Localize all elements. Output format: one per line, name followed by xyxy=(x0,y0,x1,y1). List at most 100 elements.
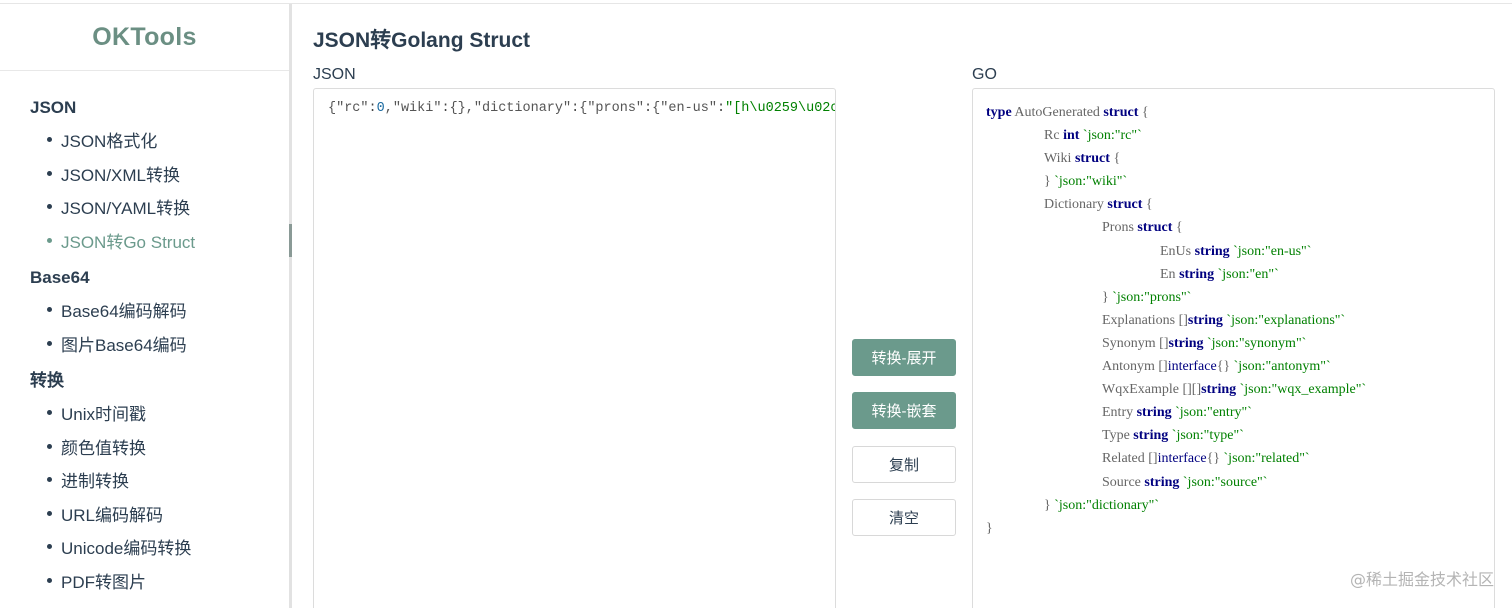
bullet-icon xyxy=(47,477,52,483)
sidebar-section-title: JSON xyxy=(30,98,77,117)
code-line: Synonym []string `json:"synonym"` xyxy=(986,332,1481,355)
code-token: `json:"related"` xyxy=(1223,451,1310,467)
convert-expand-button[interactable]: 转换-展开 xyxy=(852,339,956,376)
sidebar-item-label: URL编码解码 xyxy=(61,505,164,525)
sidebar-item[interactable]: JSON/YAML转换 xyxy=(0,190,289,224)
sidebar-section: JSON JSON格式化 JSON/XML转换 JSON/YAML转换 JSON转Go … xyxy=(0,93,292,257)
code-token: string xyxy=(1133,428,1169,444)
code-token: { xyxy=(1138,105,1149,120)
sidebar-item[interactable]: 颜色值转换 xyxy=(0,430,289,464)
bullet-icon xyxy=(47,137,52,143)
code-line: Explanations []string `json:"explanation… xyxy=(986,309,1481,332)
code-token: Entry xyxy=(1102,405,1137,421)
json-input-text: {"rc":0,"wiki":{},"dictionary":{"prons":… xyxy=(328,101,836,116)
code-token: `json:"type"` xyxy=(1171,428,1244,444)
code-line: Rc int `json:"rc"` xyxy=(986,124,1481,147)
code-token: EnUs xyxy=(1160,243,1195,259)
bullet-icon xyxy=(47,307,52,313)
code-token: { xyxy=(1142,197,1153,213)
code-token: string xyxy=(1144,474,1180,490)
bullet-icon xyxy=(47,410,52,416)
code-token: string xyxy=(1201,382,1237,398)
code-line: Dictionary struct { xyxy=(986,193,1481,216)
code-line: Wiki struct { xyxy=(986,147,1481,170)
code-token: `json:"en-us"` xyxy=(1233,243,1312,259)
bullet-icon xyxy=(47,170,52,176)
convert-nested-button[interactable]: 转换-嵌套 xyxy=(852,392,956,429)
code-token: } xyxy=(1102,289,1113,305)
code-token: Explanations [] xyxy=(1102,312,1188,328)
sidebar-item[interactable]: JSON/XML转换 xyxy=(0,157,289,191)
code-token: string xyxy=(1187,312,1223,328)
code-token: struct xyxy=(1107,197,1143,213)
sidebar-section: Base64 Base64编码解码 图片Base64编码 xyxy=(0,263,289,360)
code-token: } xyxy=(1044,174,1055,190)
code-token: int xyxy=(1063,128,1080,144)
code-token: `json:"wqx_example"` xyxy=(1239,382,1367,398)
code-token: `json:"rc"` xyxy=(1082,128,1142,144)
sidebar-item-label: Unicode编码转换 xyxy=(61,539,192,559)
sidebar-item[interactable]: JSON转Go Struct xyxy=(0,223,292,257)
sidebar-item[interactable]: JSON格式化 xyxy=(0,123,289,157)
code-token: Dictionary xyxy=(1044,197,1108,213)
code-line: } `json:"dictionary"` xyxy=(986,494,1481,517)
code-token: `json:"entry"` xyxy=(1175,405,1252,421)
code-token: struct xyxy=(1074,151,1110,167)
bullet-icon xyxy=(47,443,52,449)
main-content: JSON转Golang Struct JSON GO {"rc":0,"wiki… xyxy=(295,4,1512,608)
code-token: `json:"antonym"` xyxy=(1233,359,1331,375)
sidebar-section-title: 转换 xyxy=(30,371,64,390)
code-line: Antonym []interface{} `json:"antonym"` xyxy=(986,355,1481,378)
json-input[interactable]: {"rc":0,"wiki":{},"dictionary":{"prons":… xyxy=(313,88,836,608)
sidebar-item[interactable]: PDF转图片 xyxy=(0,564,289,598)
code-token: Related [] xyxy=(1102,451,1158,467)
sidebar-item[interactable]: Unicode编码转换 xyxy=(0,530,289,564)
sidebar-item[interactable]: 进制转换 xyxy=(0,463,289,497)
code-token: Rc xyxy=(1044,128,1064,144)
code-line: } `json:"wiki"` xyxy=(986,170,1481,193)
code-token: Antonym [] xyxy=(1102,359,1168,375)
bullet-icon xyxy=(47,204,52,210)
code-token: Source xyxy=(1102,474,1145,490)
sidebar-item-label: 图片Base64编码 xyxy=(61,335,187,355)
copy-button[interactable]: 复制 xyxy=(852,446,956,483)
clear-button[interactable]: 清空 xyxy=(852,499,956,536)
code-line: Related []interface{} `json:"related"` xyxy=(986,447,1481,470)
code-token: `json:"wiki"` xyxy=(1054,174,1128,190)
code-token: Type xyxy=(1102,428,1134,444)
code-token: AutoGenerated xyxy=(1011,105,1104,120)
code-token: Synonym [] xyxy=(1102,335,1169,351)
brand-name: OKTools xyxy=(92,22,197,51)
sidebar-item[interactable]: Base64编码解码 xyxy=(0,293,289,327)
bullet-icon xyxy=(47,237,52,243)
code-line: Type string `json:"type"` xyxy=(986,424,1481,447)
code-token: `json:"dictionary"` xyxy=(1054,497,1159,513)
code-token: string xyxy=(1168,335,1204,351)
code-line: } xyxy=(986,517,1481,540)
sidebar: OKTools JSON JSON格式化 JSON/XML转换 JSON/YAML转换… xyxy=(0,4,292,608)
code-token: Wiki xyxy=(1044,151,1075,167)
code-token: En xyxy=(1160,266,1180,282)
code-line: Prons struct { xyxy=(986,216,1481,239)
code-token: {} xyxy=(1206,451,1224,467)
code-line: WqxExample [][]string `json:"wqx_example… xyxy=(986,378,1481,401)
brand-logo[interactable]: OKTools xyxy=(0,4,289,71)
active-indicator xyxy=(289,223,292,257)
go-output[interactable]: type AutoGenerated struct { Rc int `json:… xyxy=(972,88,1495,608)
code-token: Prons xyxy=(1102,220,1138,236)
bullet-icon xyxy=(47,544,52,550)
sidebar-nav: JSON JSON格式化 JSON/XML转换 JSON/YAML转换 JSON转Go … xyxy=(0,71,292,598)
code-token: type xyxy=(986,105,1012,120)
code-token: WqxExample [][] xyxy=(1102,382,1202,398)
page-title: JSON转Golang Struct xyxy=(313,29,531,52)
code-token: { xyxy=(1172,220,1183,236)
code-token: string xyxy=(1194,243,1230,259)
code-token: struct xyxy=(1103,105,1139,120)
code-line: EnUs string `json:"en-us"` xyxy=(986,240,1481,263)
sidebar-item[interactable]: 图片Base64编码 xyxy=(0,327,289,361)
go-panel-label: GO xyxy=(972,66,997,83)
code-token: struct xyxy=(1137,220,1173,236)
sidebar-item[interactable]: Unix时间戳 xyxy=(0,396,289,430)
sidebar-item[interactable]: URL编码解码 xyxy=(0,497,289,531)
code-token: { xyxy=(1109,151,1121,167)
